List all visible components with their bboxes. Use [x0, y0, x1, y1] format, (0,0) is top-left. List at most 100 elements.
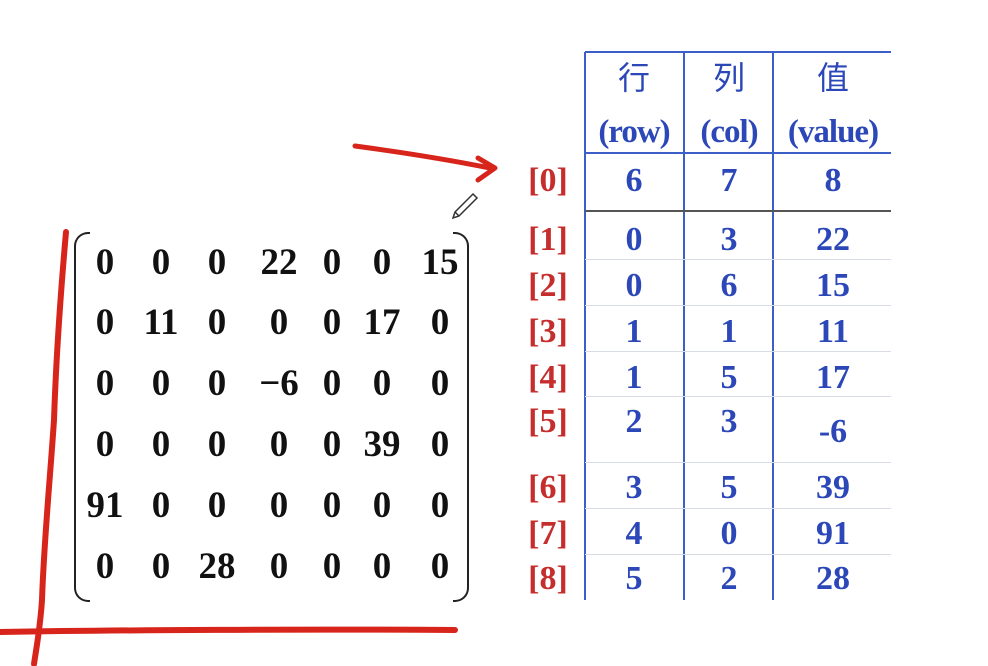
matrix-row: 0 0 28 0 0 0 0 — [74, 542, 469, 592]
triplet-col-value: 2 — [720, 560, 738, 597]
triplet-value: 8 — [824, 162, 842, 199]
matrix-cell: 0 — [372, 363, 392, 404]
matrix-cell: 0 — [151, 485, 171, 526]
annotation-arrowhead — [475, 155, 498, 183]
matrix-cell: 0 — [322, 302, 342, 343]
matrix-cell: 0 — [269, 485, 289, 526]
triplet-value: 11 — [816, 313, 850, 350]
triplet-table: 行 (row) 列 (col) 值 (value) [0] 6 7 8 [1] 0 3 22[… — [505, 48, 891, 600]
triplet-index: [1] — [528, 221, 568, 258]
triplet-row-value: 1 — [625, 359, 643, 396]
matrix-cell: 0 — [207, 424, 227, 465]
matrix-cell: 11 — [143, 302, 179, 343]
triplet-row-value: 1 — [625, 313, 643, 350]
triplet-index: [8] — [528, 560, 568, 597]
sparse-matrix: 0 0 0 22 0 0 15 0 11 0 0 0 17 0 0 0 0 −6 0 0 0 0 0 0 0 0 39 0 91 0 0 0 0… — [74, 232, 469, 602]
header-col-en: (col) — [700, 114, 758, 150]
triplet-col-value: 1 — [720, 313, 738, 350]
triplet-index: [4] — [528, 359, 568, 396]
triplet-index: [2] — [528, 267, 568, 304]
triplet-col-value: 5 — [720, 469, 738, 506]
triplet-value: -6 — [818, 413, 848, 450]
matrix-cell: 0 — [151, 424, 171, 465]
triplet-value: 28 — [816, 560, 850, 597]
matrix-cell: 0 — [95, 424, 115, 465]
triplet-index: [5] — [528, 403, 568, 440]
triplet-row-value: 2 — [625, 403, 643, 440]
triplet-value: 17 — [816, 359, 850, 396]
row-separator — [585, 210, 891, 212]
triplet-index: [7] — [528, 515, 568, 552]
triplet-col-value: 5 — [720, 359, 738, 396]
triplet-value: 39 — [816, 469, 850, 506]
header-value-cn: 值 — [816, 59, 849, 97]
matrix-cell: 0 — [322, 424, 342, 465]
triplet-row-value: 5 — [625, 560, 643, 597]
triplet-row-value: 0 — [625, 221, 643, 258]
header-row-en: (row) — [598, 114, 670, 150]
matrix-cell: 0 — [430, 546, 450, 587]
matrix-cell: 0 — [207, 485, 227, 526]
triplet-col-value: 7 — [720, 162, 738, 199]
annotation-arrow-shaft — [352, 143, 493, 171]
matrix-cell: 39 — [363, 424, 401, 465]
triplet-value: 91 — [816, 515, 850, 552]
triplet-row-value: 4 — [625, 515, 643, 552]
matrix-cell: 0 — [207, 242, 227, 283]
triplet-index: [3] — [528, 313, 568, 350]
matrix-cell: 0 — [95, 242, 115, 283]
matrix-cell: 0 — [372, 546, 392, 587]
matrix-row: 91 0 0 0 0 0 0 — [74, 481, 469, 531]
triplet-value: 15 — [816, 267, 850, 304]
triplet-row-value: 6 — [625, 162, 643, 199]
matrix-cell: 0 — [322, 485, 342, 526]
triplet-index: [0] — [528, 162, 568, 199]
matrix-cell: 0 — [269, 302, 289, 343]
triplet-col-value: 0 — [720, 515, 738, 552]
triplet-value: 22 — [816, 221, 850, 258]
matrix-cell: 0 — [322, 363, 342, 404]
matrix-row: 0 0 0 0 0 39 0 — [74, 420, 469, 470]
header-row-cn: 行 — [617, 59, 650, 97]
matrix-cell: 0 — [207, 363, 227, 404]
matrix-cell: 17 — [363, 302, 401, 343]
triplet-col-value: 3 — [720, 221, 738, 258]
matrix-cell: 22 — [260, 242, 298, 283]
matrix-cell: 0 — [322, 546, 342, 587]
matrix-cell: 91 — [86, 485, 124, 526]
matrix-cell: 0 — [207, 302, 227, 343]
matrix-cell: 0 — [430, 302, 450, 343]
header-col-cn: 列 — [712, 59, 745, 97]
matrix-cell: 0 — [151, 363, 171, 404]
triplet-index: [6] — [528, 469, 568, 506]
triplet-row-value: 0 — [625, 267, 643, 304]
triplet-row-value: 3 — [625, 469, 643, 506]
header-value-en: (value) — [787, 114, 879, 150]
matrix-cell: 15 — [421, 242, 459, 283]
annotation-horizontal-stroke — [0, 626, 458, 635]
matrix-cell: 0 — [430, 363, 450, 404]
matrix-cell: 0 — [322, 242, 342, 283]
matrix-cell: 0 — [151, 546, 171, 587]
matrix-cell: 0 — [95, 546, 115, 587]
matrix-cell: 28 — [198, 546, 236, 587]
matrix-cell: 0 — [269, 424, 289, 465]
matrix-cell: 0 — [372, 242, 392, 283]
triplet-col-value: 3 — [720, 403, 738, 440]
matrix-cell: 0 — [430, 424, 450, 465]
matrix-cell: 0 — [372, 485, 392, 526]
triplet-col-value: 6 — [720, 267, 738, 304]
matrix-row: 0 11 0 0 0 17 0 — [74, 298, 469, 348]
matrix-cell: 0 — [430, 485, 450, 526]
matrix-cell: 0 — [95, 363, 115, 404]
table-top-border — [585, 51, 891, 53]
pencil-cursor-icon — [451, 192, 479, 220]
matrix-row: 0 0 0 −6 0 0 0 — [74, 359, 469, 409]
header-underline — [585, 152, 891, 154]
matrix-cell: 0 — [151, 242, 171, 283]
annotation-vertical-stroke — [31, 229, 69, 666]
matrix-row: 0 0 0 22 0 0 15 — [74, 238, 469, 288]
matrix-cell: 0 — [269, 546, 289, 587]
matrix-cell: −6 — [259, 363, 299, 404]
matrix-cell: 0 — [95, 302, 115, 343]
